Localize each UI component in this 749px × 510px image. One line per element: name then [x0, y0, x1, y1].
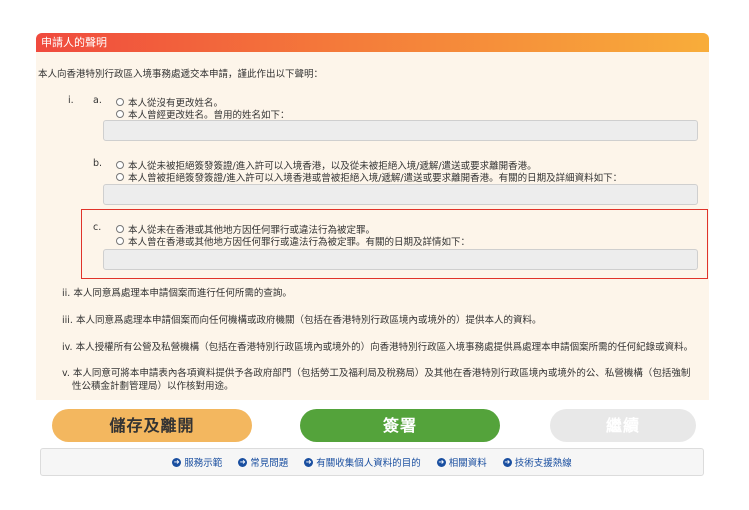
radio-icon[interactable]: [116, 173, 124, 181]
item-b-letter: b.: [93, 158, 103, 169]
declaration-iii: iii. 本人同意爲處理本申請個案而向任何機構或政府機關（包括在香港特別行政區境…: [62, 315, 542, 326]
arrow-right-icon: ➜: [304, 457, 314, 467]
former-names-input[interactable]: [103, 120, 698, 141]
footer-link-label: 技術支援熱線: [514, 458, 572, 469]
footer-link-label: 服務示範: [184, 458, 223, 469]
radio-b-refused[interactable]: 本人曾被拒絕簽發簽證/進入許可以入境香港或曾被拒絕入境/遞解/遣送或要求離開香港…: [116, 170, 622, 184]
radio-icon[interactable]: [116, 161, 124, 169]
arrow-right-icon: ➜: [502, 457, 512, 467]
item-c-letter: c.: [93, 222, 102, 233]
declaration-panel: 申請人的聲明 本人向香港特別行政區入境事務處遞交本申請，謹此作出以下聲明： i.…: [36, 33, 709, 400]
arrow-right-icon: ➜: [238, 457, 248, 467]
declaration-v: v. 本人同意可將本申請表內各項資料提供予各政府部門（包括勞工及福利局及稅務局）…: [62, 368, 691, 379]
radio-icon[interactable]: [116, 110, 124, 118]
footer-link-faq[interactable]: ➜ 常見問題: [238, 455, 288, 469]
declaration-ii: ii. 本人同意爲處理本申請個案而進行任何所需的查詢。: [62, 288, 292, 299]
radio-a-changed[interactable]: 本人曾經更改姓名。曾用的姓名如下：: [116, 107, 290, 121]
arrow-right-icon: ➜: [172, 457, 182, 467]
arrow-right-icon: ➜: [436, 457, 446, 467]
section-i-number: i.: [68, 95, 74, 106]
declaration-v-cont: 性公積金計劃管理局）以作核對用途。: [72, 381, 234, 392]
panel-title: 申請人的聲明: [36, 33, 709, 52]
footer-link-label: 有關收集個人資料的目的: [316, 458, 421, 469]
footer-link-label: 常見問題: [250, 458, 289, 469]
declaration-iv: iv. 本人授權所有公營及私營機構（包括在香港特別行政區境內或境外的）向香港特別…: [62, 342, 694, 353]
radio-c-convicted[interactable]: 本人曾在香港或其他地方因任何罪行或違法行為被定罪。有關的日期及詳情如下：: [116, 234, 470, 248]
sign-button[interactable]: 簽署: [300, 409, 500, 442]
intro-text: 本人向香港特別行政區入境事務處遞交本申請，謹此作出以下聲明：: [38, 69, 324, 80]
footer-link-tech-support[interactable]: ➜ 技術支援熱線: [502, 455, 572, 469]
conviction-details-input[interactable]: [103, 249, 698, 270]
continue-button[interactable]: 繼續: [550, 409, 696, 442]
option-label: 本人曾被拒絕簽發簽證/進入許可以入境香港或曾被拒絕入境/遞解/遣送或要求離開香港…: [128, 173, 623, 184]
refusal-details-input[interactable]: [103, 184, 698, 205]
option-label: 本人曾在香港或其他地方因任何罪行或違法行為被定罪。有關的日期及詳情如下：: [128, 237, 471, 248]
footer-links: ➜ 服務示範 ➜ 常見問題 ➜ 有關收集個人資料的目的 ➜ 相關資料 ➜ 技術支…: [40, 448, 704, 476]
footer-link-label: 相關資料: [448, 458, 487, 469]
save-and-exit-button[interactable]: 儲存及離開: [52, 409, 252, 442]
radio-icon[interactable]: [116, 237, 124, 245]
option-label: 本人曾經更改姓名。曾用的姓名如下：: [128, 110, 290, 121]
footer-link-service-demo[interactable]: ➜ 服務示範: [172, 455, 222, 469]
radio-icon[interactable]: [116, 98, 124, 106]
item-a-letter: a.: [93, 95, 102, 106]
radio-icon[interactable]: [116, 225, 124, 233]
footer-link-related-info[interactable]: ➜ 相關資料: [436, 455, 487, 469]
footer-link-data-collection[interactable]: ➜ 有關收集個人資料的目的: [304, 455, 421, 469]
